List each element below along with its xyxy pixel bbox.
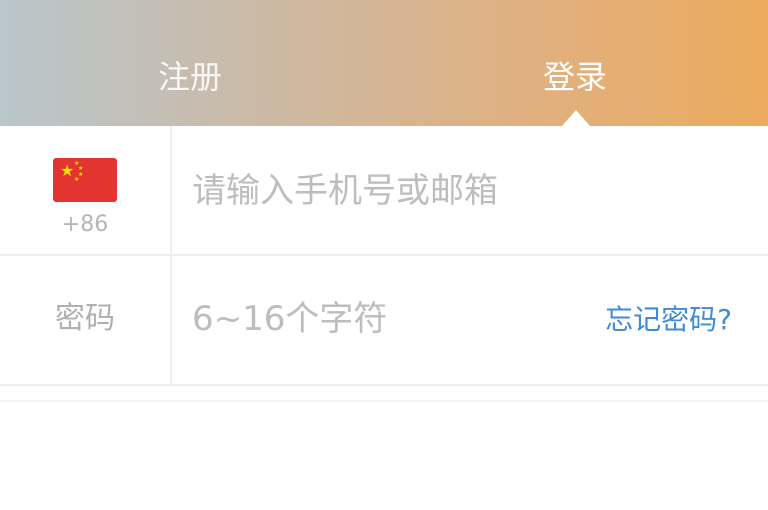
tab-register[interactable]: 注册 — [110, 52, 270, 102]
forgot-password-link[interactable]: 忘记密码? — [605, 300, 732, 340]
row-divider — [0, 384, 768, 386]
login-form: ★ ★ ★ ★ ★ +86 密码 忘记密码? — [0, 126, 768, 386]
flag-star-icon: ★ — [60, 161, 75, 180]
password-row: 密码 忘记密码? — [0, 256, 768, 386]
bottom-divider — [0, 400, 768, 402]
auth-header: 注册 登录 — [0, 0, 768, 126]
country-code[interactable]: +86 — [0, 212, 170, 237]
country-selector[interactable]: ★ ★ ★ ★ ★ +86 — [0, 126, 170, 256]
phone-row: ★ ★ ★ ★ ★ +86 — [0, 126, 768, 256]
tab-login[interactable]: 登录 — [495, 52, 655, 102]
china-flag-icon[interactable]: ★ ★ ★ ★ ★ — [53, 158, 117, 202]
password-input[interactable] — [192, 284, 572, 354]
phone-email-input[interactable] — [192, 156, 732, 226]
flag-star-icon: ★ — [74, 176, 80, 183]
active-tab-indicator — [562, 110, 590, 126]
password-label: 密码 — [55, 301, 115, 336]
